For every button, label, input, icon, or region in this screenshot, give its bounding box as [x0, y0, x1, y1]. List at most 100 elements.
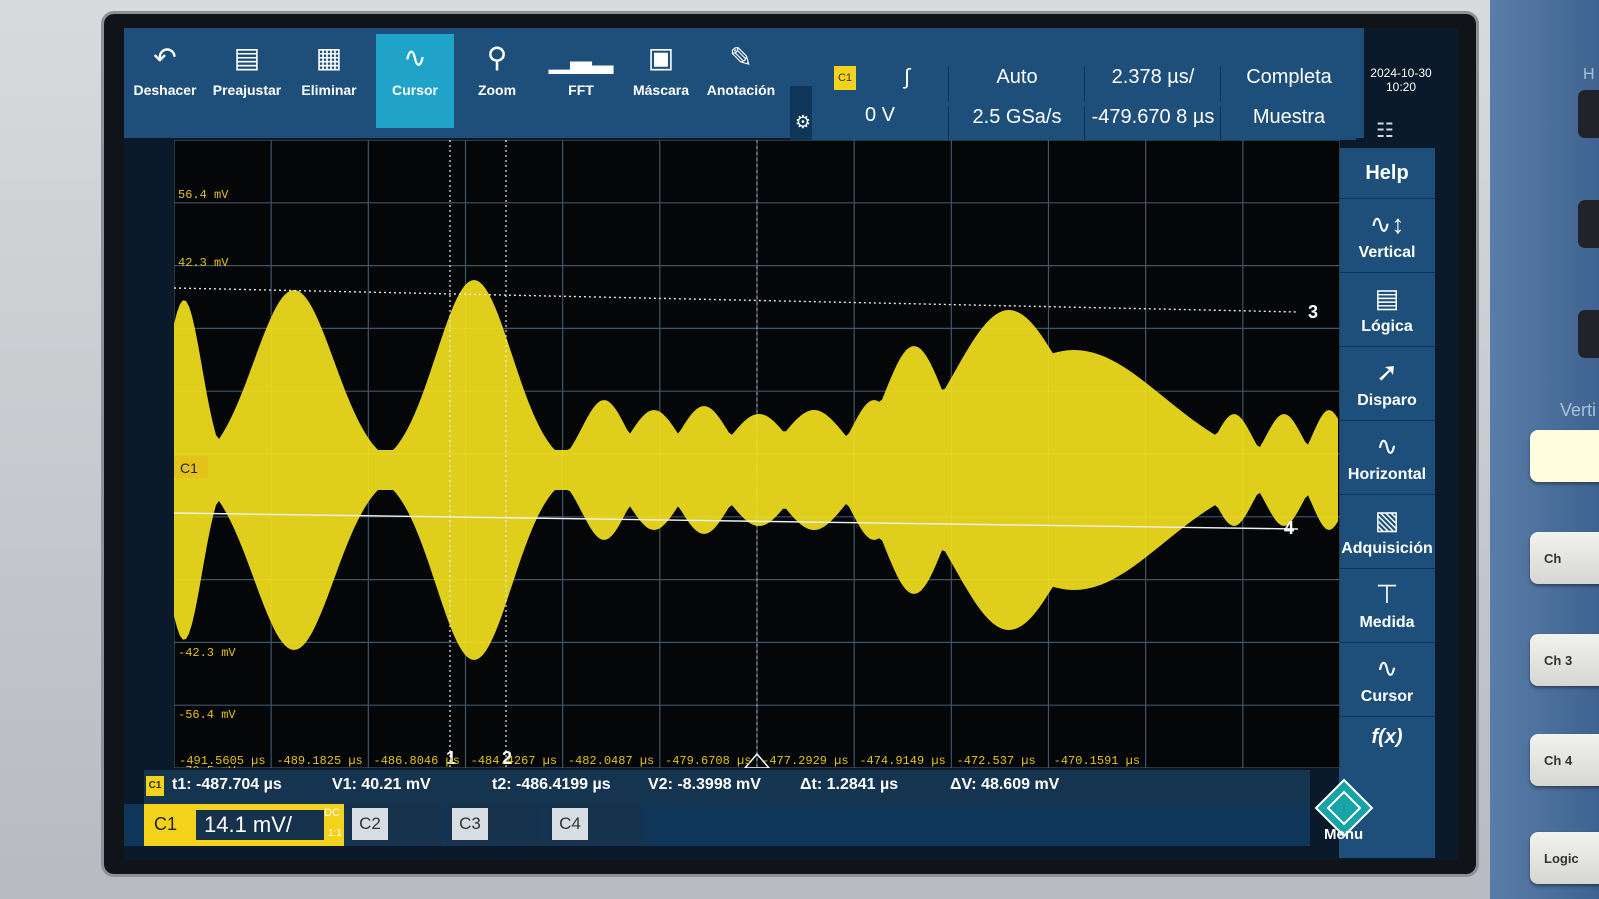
x-axis-label: -477.2929 µs — [762, 754, 848, 768]
menu-help[interactable]: Help — [1339, 148, 1435, 199]
cursor-v1: V1: 40.21 mV — [332, 776, 431, 793]
delete-button[interactable]: ▦ Eliminar — [290, 34, 368, 122]
x-axis-label: -484.4267 µs — [471, 754, 557, 768]
x-axis-label: -479.6708 µs — [665, 754, 751, 768]
cursor-3-line[interactable] — [174, 287, 1299, 313]
date-label: 2024-10-30 — [1370, 66, 1432, 80]
menu-label[interactable]: Menu — [1324, 826, 1363, 843]
channel-4-label: C4 — [552, 808, 588, 840]
channel-1-label: C1 — [154, 814, 178, 834]
acquisition-type[interactable]: Muestra — [1220, 106, 1357, 140]
x-axis-label: -482.0487 µs — [568, 754, 654, 768]
menu-horizontal[interactable]: ∿ Horizontal — [1339, 422, 1435, 495]
horizontal-icon: ∿ — [1376, 431, 1398, 461]
cursor-channel-badge: C1 — [146, 776, 164, 796]
panel-knob[interactable] — [1578, 200, 1599, 248]
panel-button-ch4[interactable]: Ch 4 — [1530, 734, 1599, 786]
trigger-level[interactable]: 0 V — [812, 104, 948, 140]
menu-math[interactable]: f(x) — [1339, 718, 1435, 758]
undo-button[interactable]: ↶ Deshacer — [126, 34, 204, 122]
cursor-number-label: 4 — [1284, 518, 1294, 538]
cursor-icon: ∿ — [1376, 653, 1398, 683]
menu-cursor[interactable]: ∿ Cursor — [1339, 644, 1435, 717]
acquisition-icon: ▧ — [1374, 505, 1400, 535]
channel-1-ratio: 1:1 — [328, 828, 342, 839]
sample-rate[interactable]: 2.5 GSa/s — [948, 106, 1085, 140]
preset-icon: ▤ — [233, 42, 261, 73]
horizontal-position[interactable]: -479.670 8 µs — [1084, 106, 1221, 140]
menu-vertical[interactable]: ∿↕ Vertical — [1339, 200, 1435, 273]
trigger-mode[interactable]: Auto — [948, 66, 1085, 102]
scope-screen: ↶ Deshacer ▤ Preajustar ▦ Eliminar ∿ Cur… — [124, 28, 1458, 860]
x-axis-label: -489.1825 µs — [276, 754, 362, 768]
x-axis-label: -472.537 µs — [957, 754, 1036, 768]
cursor-t1: t1: -487.704 µs — [172, 776, 282, 793]
cursor-number-label: 3 — [1308, 302, 1318, 322]
panel-knob[interactable] — [1578, 90, 1599, 138]
zoom-button[interactable]: ⚲ Zoom — [458, 34, 536, 122]
cursor-measurement-bar: C1 t1: -487.704 µs V1: 40.21 mV t2: -486… — [144, 770, 1310, 804]
mask-button[interactable]: ▣ Máscara — [622, 34, 700, 122]
x-axis-label: -486.8046 µs — [374, 754, 460, 768]
channel-1-offset-label: C1 — [180, 460, 198, 476]
cursor-delta-v: ΔV: 48.609 mV — [950, 776, 1060, 793]
preset-button[interactable]: ▤ Preajustar — [208, 34, 286, 122]
y-axis-label: 42.3 mV — [178, 256, 229, 270]
acquisition-mode[interactable]: Completa — [1220, 66, 1357, 102]
menu-trigger[interactable]: ➚ Disparo — [1339, 348, 1435, 421]
channel-1-tab[interactable]: C1 14.1 mV/ DC 1:1 — [144, 804, 344, 846]
menu-logic[interactable]: ▤ Lógica — [1339, 274, 1435, 347]
mask-icon: ▣ — [647, 42, 675, 73]
panel-button-ch3[interactable]: Ch 3 — [1530, 634, 1599, 686]
fft-icon: ▁▃▂ — [548, 42, 614, 73]
gear-icon: ⚙ — [794, 112, 812, 132]
channel-2-label: C2 — [352, 808, 388, 840]
channel-4-tab[interactable]: C4 — [546, 804, 642, 846]
trigger-source-badge[interactable]: C1 — [834, 66, 856, 90]
waveform-display[interactable]: 1234C1 56.4 mV42.3 mV-42.3 mV-56.4 mV-70… — [174, 140, 1340, 768]
trash-icon: ▦ — [315, 42, 343, 73]
channel-bar: C1 14.1 mV/ DC 1:1 C2 C3 C4 — [124, 804, 1310, 846]
date-time: 2024-10-30 10:20 — [1356, 66, 1446, 94]
menu-acquisition[interactable]: ▧ Adquisición — [1339, 496, 1435, 569]
side-menu: Help ∿↕ Vertical ▤ Lógica ➚ Disparo ∿ Ho… — [1339, 148, 1435, 858]
y-axis-label: 56.4 mV — [178, 188, 229, 202]
channel-1-scale[interactable]: 14.1 mV/ — [196, 810, 324, 840]
zoom-icon: ⚲ — [486, 42, 508, 73]
y-axis-label: -42.3 mV — [178, 646, 236, 660]
cursor-tool-icon: ∿ — [403, 42, 427, 73]
panel-vertical-label: Verti — [1560, 400, 1597, 420]
logic-icon: ▤ — [1374, 283, 1400, 313]
fft-button[interactable]: ▁▃▂ FFT — [542, 34, 620, 122]
channel-1-trace — [174, 280, 1338, 660]
time-scale[interactable]: 2.378 µs/ — [1084, 66, 1221, 102]
x-axis-label: -470.1591 µs — [1054, 754, 1140, 768]
panel-button-ch[interactable]: Ch — [1530, 532, 1599, 584]
trigger-panel: C1 ∫ 0 V Auto 2.5 GSa/s 2.378 µs/ -479.6… — [812, 60, 1356, 140]
channel-3-label: C3 — [452, 808, 488, 840]
channel-1-coupling: DC — [324, 807, 340, 819]
channel-2-tab[interactable]: C2 — [346, 804, 442, 846]
measure-icon: ⊤ — [1375, 579, 1399, 609]
x-axis-label: -474.9149 µs — [859, 754, 945, 768]
channel-3-tab[interactable]: C3 — [446, 804, 542, 846]
menu-measure[interactable]: ⊤ Medida — [1339, 570, 1435, 643]
pencil-icon: ✎ — [729, 42, 753, 73]
cursor-t2: t2: -486.4199 µs — [492, 776, 611, 793]
panel-button-logic[interactable]: Logic — [1530, 832, 1599, 884]
trigger-icon: ➚ — [1376, 357, 1398, 387]
vertical-icon: ∿↕ — [1369, 209, 1405, 239]
network-icon[interactable]: ☷ — [1376, 118, 1394, 143]
annotation-button[interactable]: ✎ Anotación — [702, 34, 780, 122]
cursor-delta-t: Δt: 1.2841 µs — [800, 776, 899, 793]
x-axis-label: -491.5605 µs — [179, 754, 265, 768]
panel-button-channel[interactable] — [1530, 430, 1599, 482]
cursor-tool-button[interactable]: ∿ Cursor — [376, 34, 454, 128]
trigger-slope-icon[interactable]: ∫ — [872, 64, 942, 100]
undo-icon: ↶ — [153, 42, 177, 73]
y-axis-label: -56.4 mV — [178, 708, 236, 722]
time-label: 10:20 — [1385, 80, 1417, 94]
cursor-v2: V2: -8.3998 mV — [648, 776, 761, 793]
panel-knob[interactable] — [1578, 310, 1599, 358]
waveform-svg: 1234C1 56.4 mV42.3 mV-42.3 mV-56.4 mV-70… — [174, 140, 1340, 768]
